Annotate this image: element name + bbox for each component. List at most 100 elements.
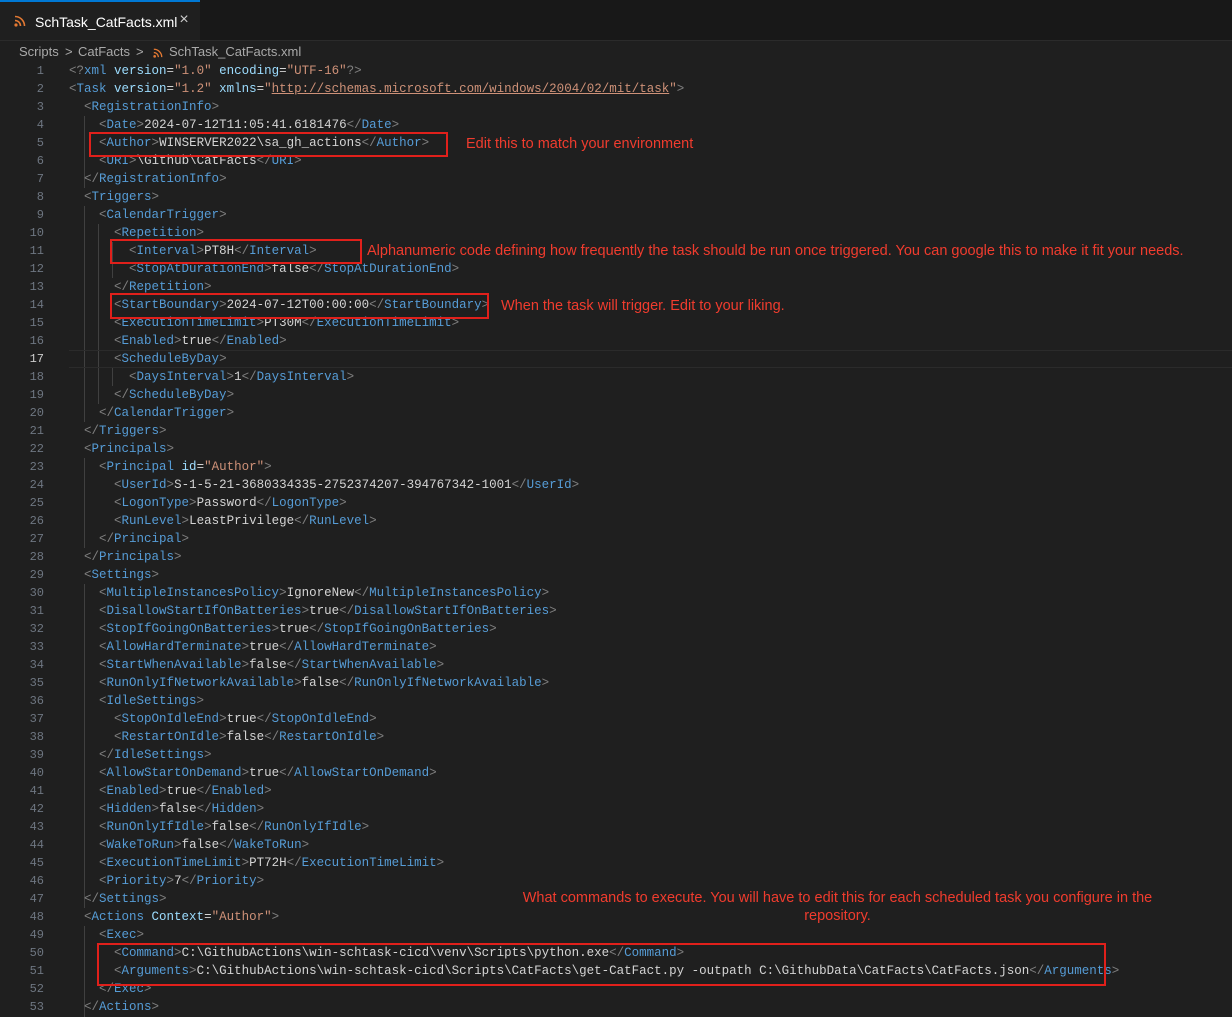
code-line[interactable]: </Principal> — [69, 530, 189, 548]
line-number: 1 — [36, 64, 44, 78]
code-line[interactable]: <Actions Context="Author"> — [69, 908, 279, 926]
code-token: AllowStartOnDemand — [294, 766, 430, 780]
line-number: 50 — [29, 946, 44, 960]
code-token: RunOnlyIfNetworkAvailable — [354, 676, 542, 690]
code-line[interactable]: </ScheduleByDay> — [69, 386, 234, 404]
code-token: false — [181, 838, 220, 852]
code-line[interactable]: <?xml version="1.0" encoding="UTF-16"?> — [69, 62, 362, 80]
code-line[interactable]: <AllowHardTerminate>true</AllowHardTermi… — [69, 638, 437, 656]
code-line[interactable]: <ScheduleByDay> — [69, 350, 227, 368]
code-token: > — [256, 874, 265, 888]
code-line[interactable]: <DaysInterval>1</DaysInterval> — [69, 368, 354, 386]
code-line[interactable]: <Settings> — [69, 566, 159, 584]
code-line[interactable]: </Settings> — [69, 890, 167, 908]
current-line-highlight — [69, 350, 1232, 368]
code-line[interactable]: </Triggers> — [69, 422, 167, 440]
code-token: > — [204, 820, 212, 834]
code-token: < — [99, 874, 107, 888]
code-token: < — [114, 730, 122, 744]
code-line[interactable]: </CalendarTrigger> — [69, 404, 234, 422]
code-token: IdleSettings — [106, 694, 197, 708]
line-number: 29 — [29, 568, 44, 582]
code-token: </ — [196, 784, 212, 798]
code-token: </ — [84, 172, 100, 186]
code-token: > — [541, 586, 550, 600]
code-token: ?> — [346, 64, 362, 78]
code-line[interactable]: <Task version="1.2" xmlns="http://schema… — [69, 80, 684, 98]
code-line[interactable]: <WakeToRun>false</WakeToRun> — [69, 836, 309, 854]
code-token: 7 — [174, 874, 182, 888]
code-line[interactable]: <ExecutionTimeLimit>PT72H</ExecutionTime… — [69, 854, 444, 872]
code-editor[interactable]: 1 <?xml version="1.0" encoding="UTF-16"?>… — [0, 62, 1232, 1017]
code-line[interactable]: <MultipleInstancesPolicy>IgnoreNew</Mult… — [69, 584, 549, 602]
code-line[interactable]: <Principal id="Author"> — [69, 458, 272, 476]
code-token: > — [226, 406, 235, 420]
code-token: </ — [286, 658, 302, 672]
code-token: > — [166, 874, 175, 888]
code-line[interactable]: <LogonType>Password</LogonType> — [69, 494, 347, 512]
code-line[interactable]: </Actions> — [69, 998, 159, 1016]
code-token: > — [264, 262, 272, 276]
line-number: 2 — [36, 82, 44, 96]
breadcrumb-item-file[interactable]: SchTask_CatFacts.xml — [169, 44, 301, 59]
code-line[interactable]: </Principals> — [69, 548, 182, 566]
code-line[interactable]: <CalendarTrigger> — [69, 206, 227, 224]
code-line[interactable]: <Exec> — [69, 926, 144, 944]
code-token: < — [114, 478, 122, 492]
code-token: > — [219, 352, 227, 366]
code-line[interactable]: <StopOnIdleEnd>true</StopOnIdleEnd> — [69, 710, 377, 728]
code-token: RestartOnIdle — [279, 730, 377, 744]
code-token: </ — [99, 748, 115, 762]
code-line[interactable]: <Priority>7</Priority> — [69, 872, 264, 890]
code-token: Priority — [106, 874, 167, 888]
code-token: = — [256, 82, 265, 96]
code-token: RegistrationInfo — [91, 100, 212, 114]
code-token: = — [166, 82, 175, 96]
code-line[interactable]: <Hidden>false</Hidden> — [69, 800, 264, 818]
code-line[interactable]: <Principals> — [69, 440, 174, 458]
line-number: 34 — [29, 658, 44, 672]
code-line[interactable]: <RegistrationInfo> — [69, 98, 219, 116]
code-line[interactable]: <UserId>S-1-5-21-3680334335-2752374207-3… — [69, 476, 579, 494]
code-line[interactable]: <IdleSettings> — [69, 692, 204, 710]
code-token: > — [204, 748, 212, 762]
code-line[interactable]: <Enabled>true</Enabled> — [69, 782, 272, 800]
code-line[interactable]: <RunLevel>LeastPrivilege</RunLevel> — [69, 512, 377, 530]
close-icon[interactable]: × — [176, 12, 192, 28]
line-number: 39 — [29, 748, 44, 762]
code-token: Repetition — [129, 280, 205, 294]
code-line[interactable]: <Triggers> — [69, 188, 159, 206]
code-line[interactable]: <RunOnlyIfNetworkAvailable>false</RunOnl… — [69, 674, 549, 692]
code-token: > — [391, 118, 400, 132]
code-line[interactable]: <StartWhenAvailable>false</StartWhenAvai… — [69, 656, 444, 674]
line-number: 23 — [29, 460, 44, 474]
code-line[interactable]: <DisallowStartIfOnBatteries>true</Disall… — [69, 602, 557, 620]
tab-schtask-catfacts[interactable]: SchTask_CatFacts.xml × — [0, 0, 200, 40]
code-line[interactable]: <AllowStartOnDemand>true</AllowStartOnDe… — [69, 764, 437, 782]
code-token: StopOnIdleEnd — [121, 712, 220, 726]
code-token: false — [211, 820, 250, 834]
code-token: Principals — [91, 442, 167, 456]
code-line[interactable]: <RestartOnIdle>false</RestartOnIdle> — [69, 728, 384, 746]
breadcrumb-item-scripts[interactable]: Scripts — [19, 44, 59, 59]
code-line[interactable]: <RunOnlyIfIdle>false</RunOnlyIfIdle> — [69, 818, 369, 836]
code-token: RunLevel — [309, 514, 370, 528]
code-line[interactable]: </IdleSettings> — [69, 746, 212, 764]
code-line[interactable]: <Enabled>true</Enabled> — [69, 332, 287, 350]
code-token: ScheduleByDay — [121, 352, 220, 366]
breadcrumb-item-catfacts[interactable]: CatFacts — [78, 44, 130, 59]
code-token: > — [151, 802, 160, 816]
line-number: 12 — [29, 262, 44, 276]
code-line[interactable]: <StopIfGoingOnBatteries>true</StopIfGoin… — [69, 620, 497, 638]
code-token: RestartOnIdle — [121, 730, 220, 744]
code-line[interactable]: </RegistrationInfo> — [69, 170, 227, 188]
tab-bar: SchTask_CatFacts.xml × — [0, 0, 1232, 41]
code-token: > — [166, 442, 175, 456]
